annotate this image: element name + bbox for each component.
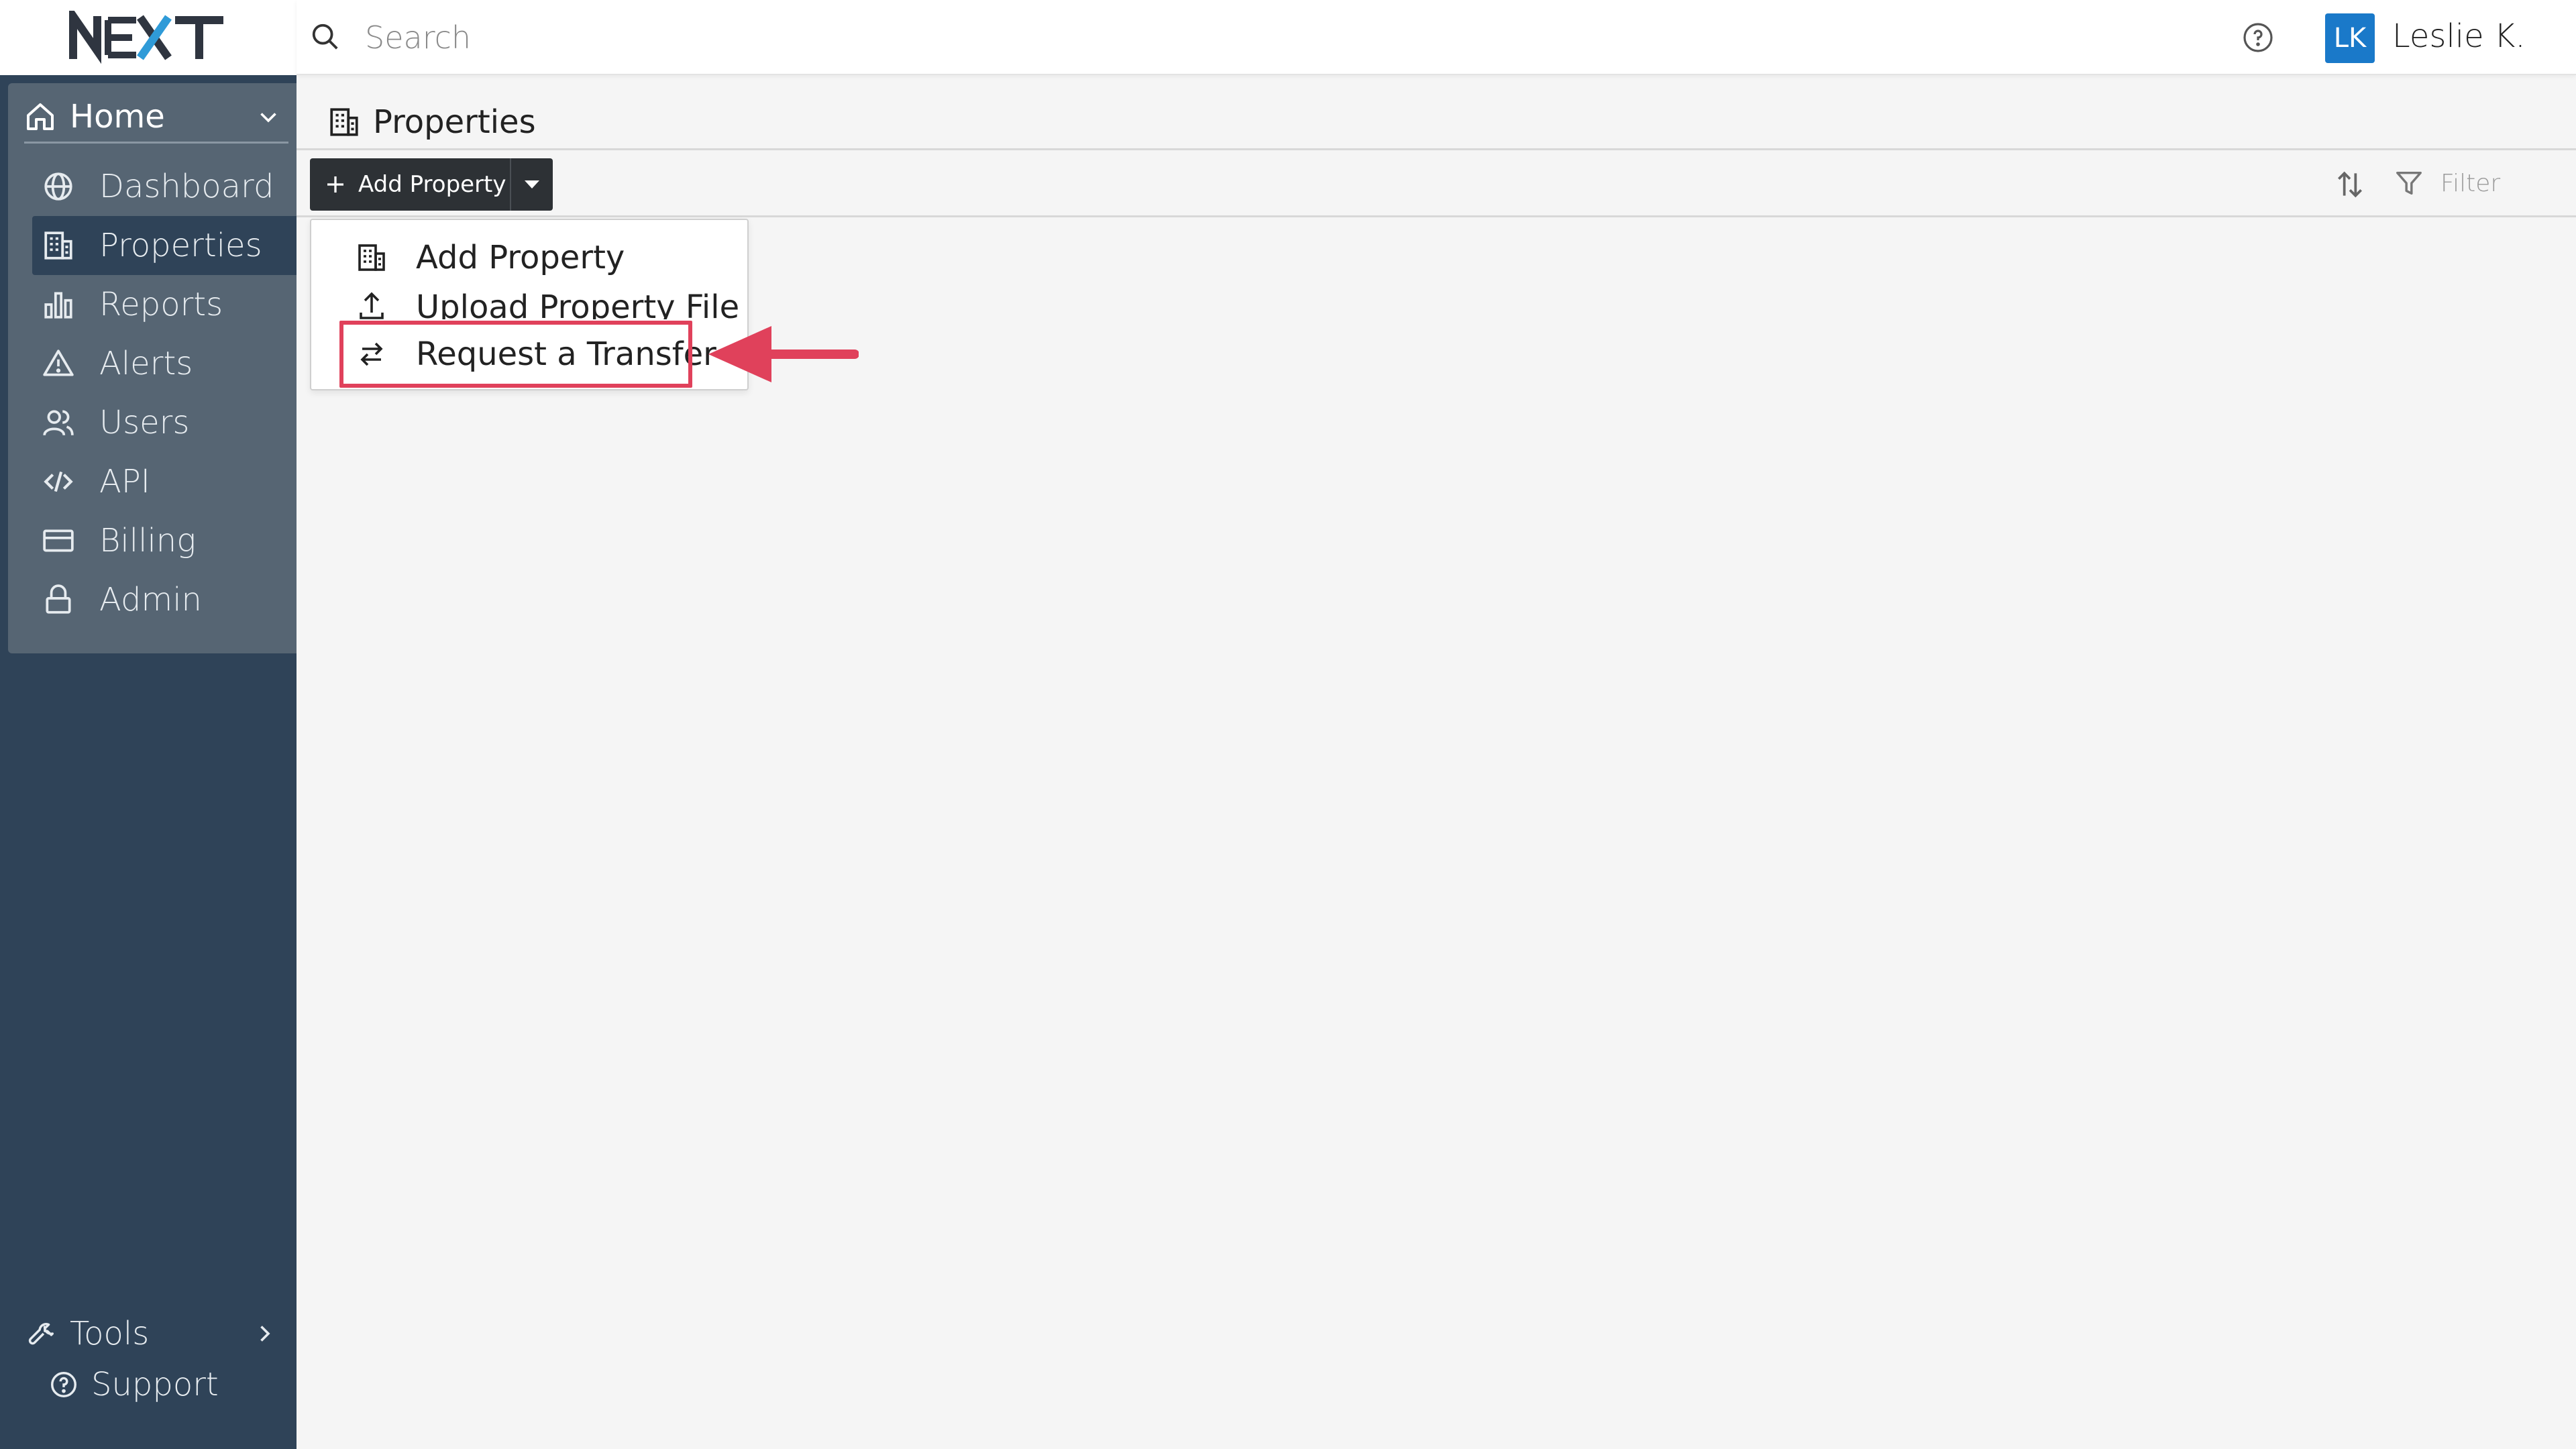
wrench-icon: [28, 1323, 54, 1345]
sidebar-item-billing[interactable]: Billing: [8, 511, 297, 570]
menu-item-add-property[interactable]: Add Property: [311, 233, 750, 282]
sidebar-item-reports[interactable]: Reports: [8, 275, 297, 334]
code-icon: [44, 471, 73, 492]
tools-label: Tools: [70, 1315, 150, 1352]
top-bar: LK Leslie K.: [297, 0, 2576, 75]
help-icon[interactable]: [2242, 21, 2274, 54]
building-icon: [44, 231, 72, 260]
sidebar-item-label: API: [99, 463, 150, 500]
sidebar-item-label: Alerts: [99, 345, 193, 382]
user-name[interactable]: Leslie K.: [2392, 17, 2526, 55]
plus-icon: [327, 176, 343, 193]
highlight-box: [339, 321, 692, 388]
menu-item-label: Upload Property File: [416, 288, 740, 319]
logo[interactable]: [0, 0, 297, 75]
toolbar: Add Property Filter: [297, 150, 2576, 217]
filter-label: Filter: [2440, 169, 2501, 197]
chevron-right-icon: [260, 1326, 270, 1342]
building-icon: [330, 108, 358, 136]
sidebar-item-label: Reports: [99, 286, 223, 323]
sidebar: Home Dashboard Properties Reports Alerts…: [0, 0, 297, 1449]
help-circle-icon: [51, 1372, 76, 1397]
home-section-header[interactable]: Home: [24, 91, 288, 144]
sidebar-item-label: Admin: [99, 581, 202, 619]
caret-down-icon: [525, 180, 539, 189]
sidebar-item-label: Properties: [99, 227, 262, 264]
page-title: Properties: [373, 103, 536, 141]
search-input[interactable]: [364, 13, 1974, 62]
credit-card-icon: [43, 529, 74, 552]
add-property-button[interactable]: Add Property: [310, 158, 553, 211]
content-header: Properties: [297, 75, 2576, 150]
sidebar-item-dashboard[interactable]: Dashboard: [8, 157, 297, 216]
pointer-arrow-icon: [708, 326, 859, 382]
next-logo-icon: [69, 11, 223, 64]
sidebar-item-users[interactable]: Users: [8, 393, 297, 452]
support-label: Support: [91, 1366, 219, 1403]
add-property-dropdown-toggle[interactable]: [510, 158, 553, 211]
sidebar-item-properties[interactable]: Properties: [32, 216, 297, 275]
home-icon: [27, 103, 54, 130]
sidebar-item-api[interactable]: API: [8, 452, 297, 511]
upload-icon: [360, 292, 384, 319]
page-title-wrap: Properties: [327, 103, 536, 141]
lock-icon: [46, 584, 71, 614]
add-property-label: Add Property: [358, 171, 506, 198]
menu-item-upload-property-file[interactable]: Upload Property File: [311, 282, 750, 319]
sidebar-item-support[interactable]: Support: [0, 1359, 297, 1410]
sort-icon[interactable]: [2333, 168, 2367, 201]
users-icon: [43, 410, 74, 436]
search-icon: [312, 23, 338, 50]
sidebar-nav: Dashboard Properties Reports Alerts User…: [8, 157, 297, 629]
filter-button[interactable]: Filter: [2394, 168, 2500, 199]
home-panel: Home Dashboard Properties Reports Alerts…: [8, 83, 297, 653]
home-label: Home: [70, 97, 165, 136]
sidebar-item-label: Billing: [99, 522, 196, 559]
bar-chart-icon: [44, 292, 72, 319]
chevron-down-icon[interactable]: [256, 105, 280, 129]
sidebar-item-label: Users: [99, 404, 190, 441]
avatar[interactable]: LK: [2325, 13, 2375, 63]
sidebar-item-label: Dashboard: [99, 168, 274, 205]
sidebar-bottom: Tools Support: [0, 1308, 297, 1410]
sidebar-item-alerts[interactable]: Alerts: [8, 334, 297, 393]
sidebar-item-tools[interactable]: Tools: [0, 1308, 297, 1359]
building-icon: [358, 244, 385, 271]
sidebar-item-admin[interactable]: Admin: [8, 570, 297, 629]
filter-icon: [2396, 171, 2422, 195]
menu-item-label: Add Property: [416, 239, 625, 276]
globe-icon: [44, 172, 72, 201]
alert-triangle-icon: [43, 350, 74, 376]
